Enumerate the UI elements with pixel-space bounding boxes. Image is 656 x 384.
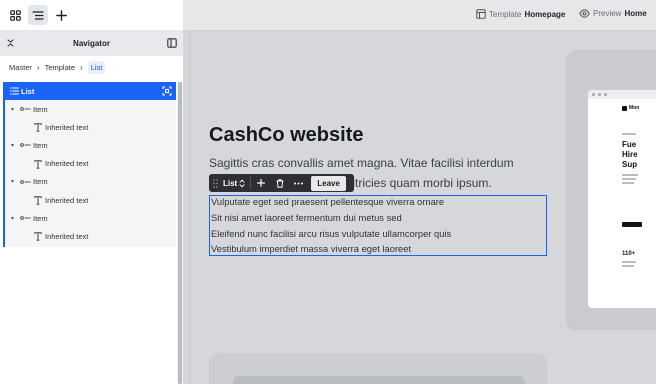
tree-item-list[interactable]: List (5, 82, 176, 100)
delete-button[interactable] (270, 178, 289, 188)
text-icon (34, 159, 42, 169)
mock-text-bar (622, 261, 636, 263)
page-title[interactable]: CashCo website (209, 124, 363, 147)
add-button[interactable] (51, 5, 71, 25)
text-icon (34, 123, 42, 132)
element-context-toolbar: List Leave (209, 174, 354, 192)
preview-prefix: Preview (593, 9, 622, 18)
tree-item-inherited-text[interactable]: Inherited text (5, 155, 176, 173)
caret-down-icon[interactable]: ▾ (11, 142, 14, 149)
tree-item-label: Item (33, 177, 48, 187)
list-item[interactable]: Vulputate eget sed praesent pellentesque… (211, 196, 444, 207)
caret-down-icon[interactable]: ▾ (11, 106, 14, 113)
mock-button (622, 222, 642, 227)
mock-text-bar (622, 182, 634, 184)
list-item[interactable]: Eleifend nunc facilisi arcu risus vulput… (211, 228, 451, 239)
chevron-right-icon: › (80, 63, 83, 72)
mock-window-bar (588, 90, 656, 99)
breadcrumb-master[interactable]: Master (9, 63, 32, 72)
navigator-button[interactable] (28, 5, 48, 25)
element-type-selector[interactable]: List (221, 179, 250, 188)
mock-stat-number: 110+ (622, 251, 636, 257)
navigator-tree: List ▾ Item Inherited text ▾ Item Inheri… (3, 82, 176, 247)
template-icon (476, 9, 486, 19)
mock-headline-line: Sup (622, 160, 638, 169)
tree-item-label: Item (33, 104, 48, 114)
collapse-all-icon[interactable] (6, 38, 15, 48)
mock-text-bar (622, 174, 638, 176)
item-icon (20, 216, 31, 221)
mock-text-bar (622, 133, 636, 135)
list-icon (10, 87, 19, 95)
template-prefix: Template (489, 9, 522, 19)
tree-item-label: Inherited text (45, 195, 89, 205)
drag-handle-icon[interactable] (209, 178, 221, 188)
navigator-scrollbar-thumb[interactable] (178, 82, 182, 384)
select-element-icon[interactable] (162, 86, 172, 96)
breadcrumb: Master › Template › List (0, 56, 183, 79)
tree-item-item[interactable]: ▾ Item (5, 100, 176, 118)
caret-down-icon[interactable]: ▾ (11, 215, 14, 222)
tree-item-label: Inherited text (45, 231, 89, 241)
breadcrumb-template[interactable]: Template (45, 63, 75, 72)
tree-item-label: Item (33, 213, 48, 223)
mock-headline-line: Hire (622, 150, 638, 159)
preview-name: Home (624, 9, 647, 18)
text-icon (34, 196, 42, 205)
tree-item-item[interactable]: ▾ Item (5, 173, 176, 191)
plus-icon (256, 179, 265, 187)
add-item-button[interactable] (251, 179, 270, 187)
breadcrumb-list[interactable]: List (87, 61, 106, 74)
more-options-button[interactable] (289, 182, 308, 185)
list-item[interactable]: Sit nisi amet laoreet fermentum dui metu… (211, 212, 402, 223)
trash-icon (276, 178, 284, 188)
tree-item-inherited-text[interactable]: Inherited text (5, 227, 176, 245)
leave-button[interactable]: Leave (311, 175, 346, 191)
tree-item-label: Inherited text (45, 159, 89, 169)
tree-item-inherited-text[interactable]: Inherited text (5, 118, 176, 136)
caret-down-icon[interactable]: ▾ (11, 178, 14, 185)
tree-item-item[interactable]: ▾ Item (5, 209, 176, 227)
mock-text-bar (622, 178, 636, 180)
tree-item-label: Item (33, 140, 48, 150)
navigator-header: Navigator (0, 31, 183, 56)
tree-item-label: List (21, 86, 35, 96)
tree-item-item[interactable]: ▾ Item (5, 136, 176, 154)
tree-item-label: Inherited text (45, 122, 89, 132)
mock-headline-line: Fue (622, 140, 637, 149)
bottom-section-inner (233, 376, 525, 384)
plus-icon (55, 9, 67, 21)
eye-icon (579, 9, 590, 18)
selected-list[interactable]: Vulputate eget sed praesent pellentesque… (209, 195, 547, 256)
page-edge-divider (189, 31, 190, 384)
navigator-title: Navigator (73, 39, 110, 48)
grid-view-button[interactable] (5, 5, 25, 25)
text-icon (34, 232, 42, 242)
tree-item-inherited-text[interactable]: Inherited text (5, 191, 176, 209)
preview-selector[interactable]: Preview Home (579, 9, 647, 18)
item-icon (20, 179, 31, 184)
dock-panel-icon[interactable] (167, 38, 177, 48)
preview-mockup: Mon Fue Hire Sup 110+ (588, 90, 656, 308)
item-icon (20, 107, 31, 111)
mock-logo: Mon (622, 105, 639, 111)
template-name: Homepage (524, 9, 566, 19)
navigator-icon (32, 10, 44, 20)
more-icon (294, 182, 304, 184)
canvas-topbar: Template Homepage Preview Home (183, 0, 656, 31)
left-toolbar (0, 0, 183, 31)
list-item[interactable]: Vestibulum imperdiet massa viverra eget … (211, 243, 411, 254)
chevron-right-icon: › (36, 63, 40, 72)
item-icon (20, 143, 31, 148)
description-line: Sagittis cras convallis amet magna. Vita… (209, 156, 514, 170)
template-selector[interactable]: Template Homepage (476, 9, 565, 19)
grid-icon (9, 9, 21, 21)
mock-text-bar (622, 265, 634, 267)
element-type-label: List (223, 178, 238, 188)
design-canvas[interactable]: Mon Fue Hire Sup 110+ CashCo website Sag… (183, 31, 656, 384)
chevron-updown-icon (239, 178, 245, 188)
